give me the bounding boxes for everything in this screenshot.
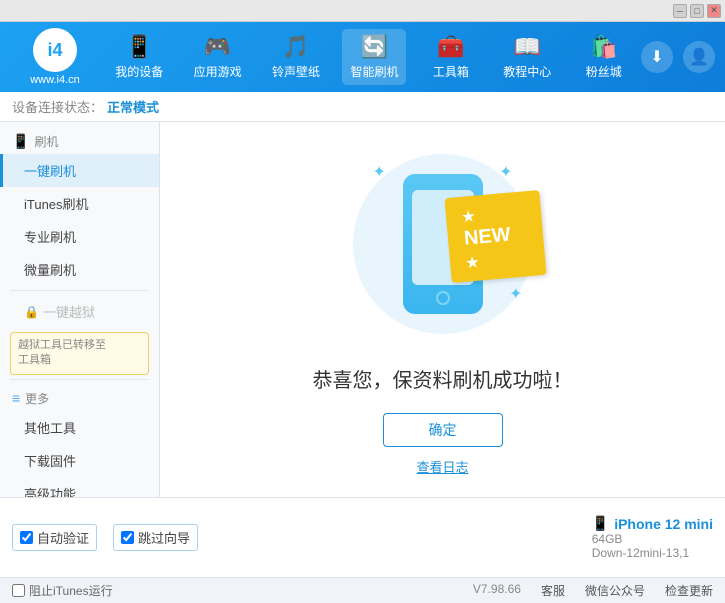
sidebar-item-itunes-flash[interactable]: iTunes刷机 [0, 187, 159, 220]
footer-left: 阻止iTunes运行 [12, 582, 113, 599]
maximize-btn[interactable]: □ [690, 4, 704, 18]
sidebar-jailbreak-note: 越狱工具已转移至工具箱 [10, 332, 149, 375]
skip-wizard-checkbox[interactable] [121, 531, 134, 544]
nav-fan-city[interactable]: 🛍️ 粉丝城 [574, 29, 634, 85]
check-update-link[interactable]: 检查更新 [665, 582, 713, 599]
skip-wizard-checkbox-label[interactable]: 跳过向导 [113, 524, 198, 551]
phone-home-btn [436, 291, 450, 305]
sidebar: 📱 刷机 一键刷机 iTunes刷机 专业刷机 微量刷机 🔒 一键越狱 越狱工具… [0, 122, 160, 497]
lock-icon: 🔒 [24, 305, 39, 319]
logo-subtext: www.i4.cn [30, 74, 80, 86]
header: i4 www.i4.cn 📱 我的设备 🎮 应用游戏 🎵 铃声壁纸 🔄 智能刷机… [0, 22, 725, 92]
nav-apps-games-label: 应用游戏 [194, 63, 242, 80]
customer-service-link[interactable]: 客服 [541, 582, 565, 599]
title-bar: ─ □ ✕ [0, 0, 725, 22]
sidebar-more-icon: ≡ [12, 390, 20, 406]
main-layout: 📱 刷机 一键刷机 iTunes刷机 专业刷机 微量刷机 🔒 一键越狱 越狱工具… [0, 122, 725, 497]
close-btn[interactable]: ✕ [707, 4, 721, 18]
logo-area: i4 www.i4.cn [10, 28, 100, 86]
success-text: 恭喜您，保资料刷机成功啦！ [313, 364, 573, 393]
nav-fan-city-icon: 🛍️ [590, 34, 617, 60]
device-firmware: Down-12mini-13,1 [592, 546, 713, 560]
nav-toolbox-icon: 🧰 [437, 34, 464, 60]
nav-my-device[interactable]: 📱 我的设备 [107, 29, 171, 85]
sidebar-item-one-click-flash[interactable]: 一键刷机 [0, 154, 159, 187]
sidebar-more-label: 更多 [25, 390, 49, 407]
wechat-link[interactable]: 微信公众号 [585, 582, 645, 599]
sparkle-icon-2: ✦ [499, 162, 512, 182]
nav-ringtones-icon: 🎵 [282, 34, 309, 60]
sidebar-item-download-fw[interactable]: 下载固件 [0, 444, 159, 477]
nav-apps-games-icon: 🎮 [204, 34, 231, 60]
minimize-btn[interactable]: ─ [673, 4, 687, 18]
sparkle-icon-3: ✦ [509, 284, 522, 304]
nav-tutorial-icon: 📖 [514, 34, 541, 60]
nav-tutorial-label: 教程中心 [503, 63, 551, 80]
device-phone-icon: 📱 [592, 515, 609, 532]
window-controls[interactable]: ─ □ ✕ [673, 4, 721, 18]
footer-right: V7.98.66 客服 微信公众号 检查更新 [473, 582, 713, 599]
sidebar-divider-1 [10, 290, 149, 291]
sidebar-item-advanced[interactable]: 高级功能 [0, 477, 159, 497]
confirm-button[interactable]: 确定 [383, 413, 503, 447]
nav-smart-flash-icon: 🔄 [361, 34, 388, 60]
nav-smart-flash[interactable]: 🔄 智能刷机 [342, 29, 406, 85]
nav-my-device-icon: 📱 [126, 34, 153, 60]
download-btn[interactable]: ⬇ [641, 41, 673, 73]
nav-smart-flash-label: 智能刷机 [350, 63, 398, 80]
block-itunes-label: 阻止iTunes运行 [29, 582, 113, 599]
sidebar-item-micro-flash[interactable]: 微量刷机 [0, 253, 159, 286]
new-badge: NEW [444, 190, 546, 283]
status-bar: 设备连接状态： 正常模式 [0, 92, 725, 122]
nav-bar: 📱 我的设备 🎮 应用游戏 🎵 铃声壁纸 🔄 智能刷机 🧰 工具箱 📖 教程中心… [100, 29, 641, 85]
sidebar-divider-2 [10, 379, 149, 380]
try-link[interactable]: 查看日志 [416, 457, 468, 476]
status-label-text: 设备连接状态： [12, 97, 103, 116]
user-btn[interactable]: 👤 [683, 41, 715, 73]
sidebar-flash-icon: 📱 [12, 133, 29, 150]
nav-ringtones-label: 铃声壁纸 [272, 63, 320, 80]
status-value-text: 正常模式 [107, 97, 159, 116]
device-name-row: 📱 iPhone 12 mini [592, 515, 713, 532]
sidebar-item-pro-flash[interactable]: 专业刷机 [0, 220, 159, 253]
auto-verify-checkbox-label[interactable]: 自动验证 [12, 524, 97, 551]
nav-my-device-label: 我的设备 [115, 63, 163, 80]
nav-tutorial[interactable]: 📖 教程中心 [495, 29, 559, 85]
nav-apps-games[interactable]: 🎮 应用游戏 [186, 29, 250, 85]
block-itunes-checkbox[interactable] [12, 584, 25, 597]
sidebar-section-more[interactable]: ≡ 更多 [0, 384, 159, 411]
sidebar-item-other-tools[interactable]: 其他工具 [0, 411, 159, 444]
device-storage: 64GB [592, 532, 713, 546]
nav-ringtones[interactable]: 🎵 铃声壁纸 [264, 29, 328, 85]
sidebar-section-flash[interactable]: 📱 刷机 [0, 127, 159, 154]
content-area: ✦ ✦ ✦ NEW 恭喜您，保资料刷机成功啦！ 确定 查看日志 [160, 122, 725, 497]
auto-verify-checkbox[interactable] [20, 531, 33, 544]
nav-fan-city-label: 粉丝城 [586, 63, 622, 80]
device-info: 📱 iPhone 12 mini 64GB Down-12mini-13,1 [592, 515, 713, 560]
device-name-text: iPhone 12 mini [614, 516, 713, 532]
nav-toolbox[interactable]: 🧰 工具箱 [421, 29, 481, 85]
sidebar-item-jailbreak-disabled: 🔒 一键越狱 [0, 295, 159, 328]
logo-icon: i4 [33, 28, 77, 72]
sidebar-flash-label: 刷机 [34, 133, 58, 150]
device-bar: 自动验证 跳过向导 📱 iPhone 12 mini 64GB Down-12m… [0, 497, 725, 577]
logo-letter: i4 [47, 40, 62, 61]
sparkle-icon-1: ✦ [373, 162, 386, 182]
version-text: V7.98.66 [473, 582, 521, 599]
nav-toolbox-label: 工具箱 [433, 63, 469, 80]
footer: 阻止iTunes运行 V7.98.66 客服 微信公众号 检查更新 [0, 577, 725, 603]
phone-illustration: ✦ ✦ ✦ NEW [343, 144, 543, 344]
header-right: ⬇ 👤 [641, 41, 715, 73]
device-bar-left: 自动验证 跳过向导 [12, 524, 582, 551]
